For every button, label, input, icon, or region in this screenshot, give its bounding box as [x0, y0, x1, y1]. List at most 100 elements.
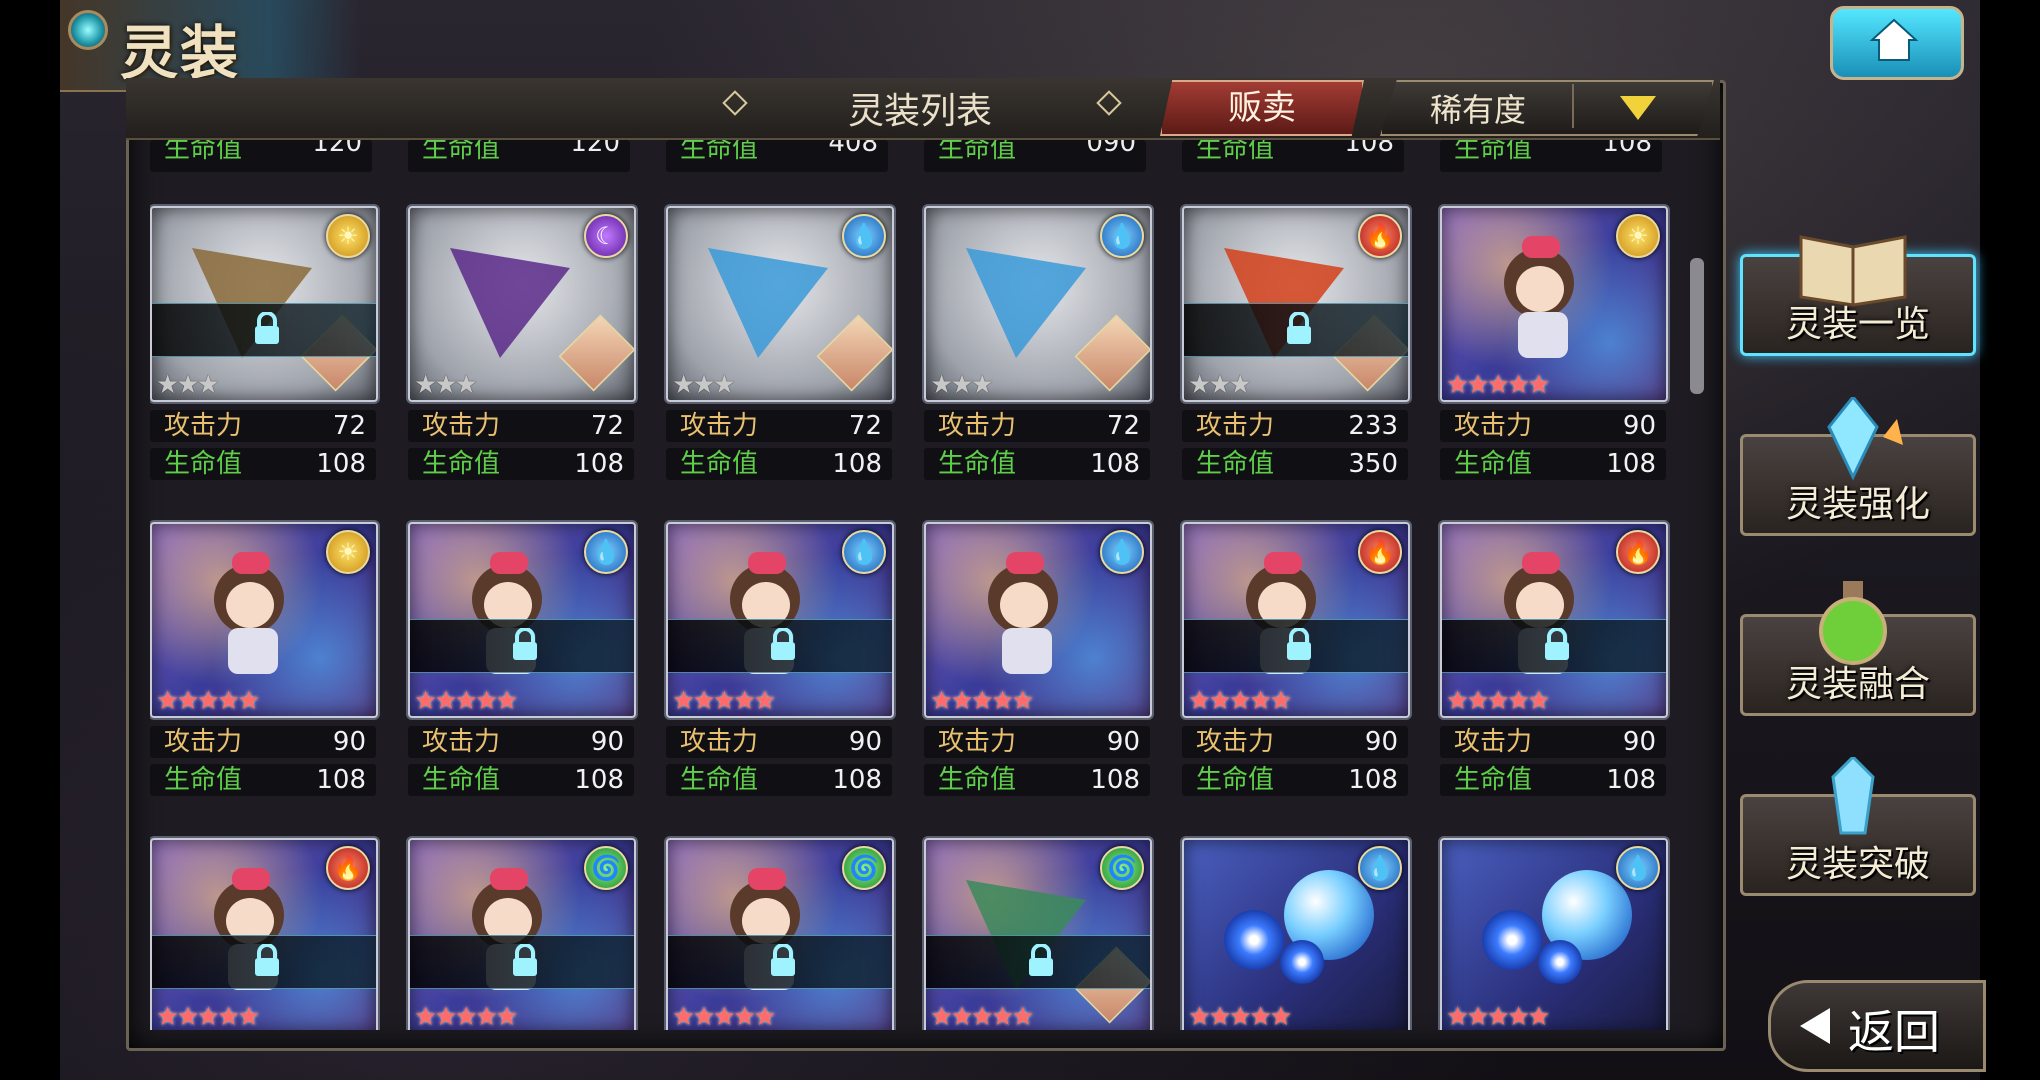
- stat-hp: 生命值 108: [150, 764, 376, 796]
- menu-button-catalog[interactable]: 灵装一览: [1740, 235, 1976, 356]
- scrollbar-thumb[interactable]: [1690, 258, 1704, 394]
- stat-attack: 攻击力 90: [924, 726, 1150, 758]
- card-art[interactable]: 🌀 ★★★★★: [924, 838, 1152, 1030]
- card-art[interactable]: 💧 ★★★★★: [1440, 838, 1668, 1030]
- doll-bow: [1522, 236, 1560, 258]
- element-dark-icon: ☾: [584, 214, 628, 258]
- lock-icon: [255, 312, 279, 344]
- equipment-card[interactable]: ☀ ★★★ 攻击力 72 生命值 108: [150, 206, 378, 480]
- weapon-art: [708, 248, 828, 358]
- rarity-stars: ★★★★★: [1446, 686, 1551, 716]
- equipment-card[interactable]: 🔥 ★★★★★: [150, 838, 378, 1030]
- card-art[interactable]: 🔥 ★★★★★: [1440, 522, 1668, 718]
- stat-attack: 攻击力 90: [1440, 410, 1666, 442]
- atk-value: 90: [1364, 727, 1398, 757]
- equipment-card[interactable]: 🔥 ★★★ 攻击力 233 生命值 350: [1182, 206, 1410, 480]
- rarity-stars: ★★★★★: [930, 686, 1035, 716]
- hp-value: 108: [1344, 140, 1394, 158]
- equipment-card[interactable]: 💧 ★★★ 攻击力 72 生命值 108: [924, 206, 1152, 480]
- rarity-stars: ★★★★★: [1188, 686, 1293, 716]
- equipment-card[interactable]: ☾ ★★★ 攻击力 72 生命值 108: [408, 206, 636, 480]
- crystal-icon: [1827, 397, 1903, 481]
- atk-label: 攻击力: [164, 411, 243, 441]
- card-art[interactable]: 💧 ★★★★★: [408, 522, 636, 718]
- element-fire-icon: 🔥: [326, 846, 370, 890]
- letterbox-right: [1980, 0, 2040, 1080]
- element-fire-icon: 🔥: [1358, 214, 1402, 258]
- equipment-grid[interactable]: 生命值 120 生命值 120 生命值 408 生命值 090 生命值 108 生命值 108 ☀ ★★…: [150, 140, 1670, 1030]
- equipment-card[interactable]: 🔥 ★★★★★ 攻击力 90 生命值 108: [1182, 522, 1410, 796]
- rarity-stars: ★★★★★: [672, 1002, 777, 1030]
- stat-hp: 生命值 108: [408, 764, 634, 796]
- menu-label: 灵装融合: [1785, 664, 1930, 705]
- equipment-card[interactable]: 💧 ★★★★★ 攻击力 90 生命值 108: [924, 522, 1152, 796]
- lock-icon: [1287, 312, 1311, 344]
- element-wind-icon: 🌀: [584, 846, 628, 890]
- menu-button-breakthrough[interactable]: 灵装突破: [1740, 757, 1976, 896]
- equipment-card[interactable]: ☀ ★★★★★ 攻击力 90 生命值 108: [1440, 206, 1668, 480]
- card-art[interactable]: 🔥 ★★★★★: [150, 838, 378, 1030]
- hp-label: 生命值: [1454, 765, 1533, 795]
- card-art[interactable]: ☾ ★★★: [408, 206, 636, 402]
- equipment-card[interactable]: 🌀 ★★★★★: [408, 838, 636, 1030]
- stat-attack: 攻击力 90: [666, 726, 892, 758]
- hp-value: 120: [570, 140, 620, 158]
- doll-bow: [232, 552, 270, 574]
- equipment-card[interactable]: 🌀 ★★★★★: [666, 838, 894, 1030]
- equipment-card[interactable]: 🌀 ★★★★★: [924, 838, 1152, 1030]
- doll-bow: [748, 552, 786, 574]
- doll-bow: [490, 552, 528, 574]
- sell-button[interactable]: 贩卖: [1160, 80, 1364, 136]
- doll-bow: [1006, 552, 1044, 574]
- equipment-card[interactable]: 💧 ★★★ 攻击力 72 生命值 108: [666, 206, 894, 480]
- card-art[interactable]: ☀ ★★★: [150, 206, 378, 402]
- rarity-stars: ★★★★★: [156, 686, 261, 716]
- equipment-card[interactable]: 🔥 ★★★★★ 攻击力 90 生命值 108: [1440, 522, 1668, 796]
- atk-value: 90: [1622, 727, 1656, 757]
- stat-attack: 攻击力 90: [150, 726, 376, 758]
- hp-value: 408: [828, 140, 878, 158]
- card-art[interactable]: 🌀 ★★★★★: [666, 838, 894, 1030]
- rarity-stars: ★★★: [1188, 370, 1252, 400]
- element-fire-icon: 🔥: [1358, 530, 1402, 574]
- doll-bow: [748, 868, 786, 890]
- menu-button-enhance[interactable]: 灵装强化: [1740, 397, 1976, 536]
- stat-attack: 攻击力 72: [150, 410, 376, 442]
- doll-body: [1002, 628, 1052, 674]
- hp-value: 108: [1606, 765, 1656, 795]
- hp-label: 生命值: [680, 449, 759, 479]
- card-art[interactable]: 💧 ★★★★★: [1182, 838, 1410, 1030]
- equipment-card[interactable]: 💧 ★★★★★: [1440, 838, 1668, 1030]
- equipment-card[interactable]: 💧 ★★★★★ 攻击力 90 生命值 108: [408, 522, 636, 796]
- equipment-card[interactable]: ☀ ★★★★★ 攻击力 90 生命值 108: [150, 522, 378, 796]
- equipment-card[interactable]: 💧 ★★★★★: [1182, 838, 1410, 1030]
- chevron-down-icon[interactable]: [1620, 96, 1656, 120]
- atk-label: 攻击力: [680, 727, 759, 757]
- stat-hp: 生命值 108: [150, 448, 376, 480]
- hp-value: 350: [1348, 449, 1398, 479]
- rarity-stars: ★★★★★: [1446, 1002, 1551, 1030]
- flower: [1280, 940, 1324, 984]
- hp-label: 生命值: [164, 140, 243, 164]
- stat-hp: 生命值 108: [1182, 140, 1404, 172]
- equipment-card[interactable]: 💧 ★★★★★ 攻击力 90 生命值 108: [666, 522, 894, 796]
- card-art[interactable]: 🔥 ★★★★★: [1182, 522, 1410, 718]
- card-art[interactable]: ☀ ★★★★★: [150, 522, 378, 718]
- flower: [1538, 940, 1582, 984]
- card-art[interactable]: ☀ ★★★★★: [1440, 206, 1668, 402]
- letterbox-left: [0, 0, 60, 1080]
- stat-hp: 生命值 108: [1440, 140, 1662, 172]
- atk-value: 72: [332, 411, 366, 441]
- hp-value: 108: [1348, 765, 1398, 795]
- menu-label: 灵装一览: [1785, 304, 1930, 345]
- card-art[interactable]: 🔥 ★★★: [1182, 206, 1410, 402]
- card-art[interactable]: 💧 ★★★: [666, 206, 894, 402]
- card-art[interactable]: 💧 ★★★★★: [666, 522, 894, 718]
- card-art[interactable]: 💧 ★★★: [924, 206, 1152, 402]
- hp-value: 108: [1090, 449, 1140, 479]
- menu-button-fusion[interactable]: 灵装融合: [1740, 581, 1976, 716]
- card-art[interactable]: 💧 ★★★★★: [924, 522, 1152, 718]
- element-water-icon: 💧: [1358, 846, 1402, 890]
- card-art[interactable]: 🌀 ★★★★★: [408, 838, 636, 1030]
- partial-row: 生命值 120 生命值 120 生命值 408 生命值 090 生命值 108 生命值 108: [150, 140, 1670, 172]
